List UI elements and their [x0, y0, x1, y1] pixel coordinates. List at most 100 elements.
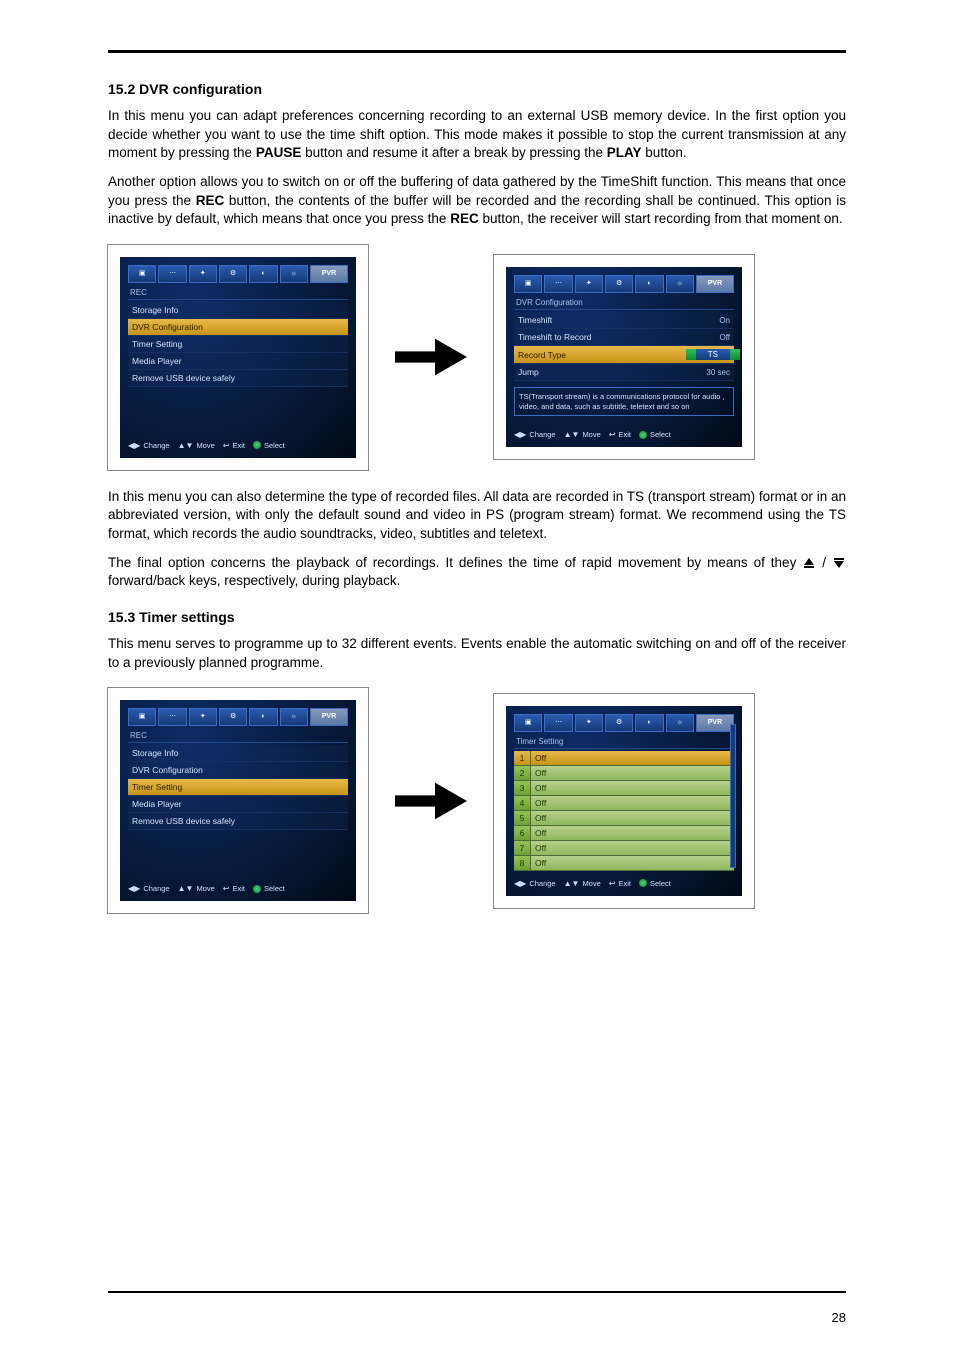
label: Remove USB device safely: [132, 816, 235, 826]
footer-hints: ◀▶Change ▲▼Move ↩Exit Select: [514, 879, 734, 888]
tab-icon[interactable]: ▣: [514, 275, 542, 293]
figure-row-timer-settings: ▣ ⋯ ✦ ⚙ ◐ ☼ PVR REC Storage Info DVR Con…: [108, 688, 846, 913]
row-timeshift-to-record[interactable]: Timeshift to Record Off: [514, 329, 734, 346]
arrows-lr-icon: ◀▶: [128, 884, 140, 893]
label: Media Player: [132, 799, 182, 809]
label: Timeshift: [518, 315, 552, 325]
label: Move: [196, 884, 214, 893]
spacer: [128, 830, 348, 870]
screenshot-rec-menu-timer: ▣ ⋯ ✦ ⚙ ◐ ☼ PVR REC Storage Info DVR Con…: [108, 688, 368, 913]
tab-icon[interactable]: ⋯: [158, 265, 186, 283]
timer-row[interactable]: 3Off: [514, 781, 734, 796]
row-record-type[interactable]: Record Type TS: [514, 346, 734, 364]
timer-row[interactable]: 2Off: [514, 766, 734, 781]
value-chip[interactable]: TS: [696, 349, 730, 360]
label: Move: [196, 441, 214, 450]
tab-pvr[interactable]: PVR: [310, 708, 348, 726]
state: Off: [531, 856, 734, 870]
timer-row[interactable]: 5Off: [514, 811, 734, 826]
label: Exit: [232, 441, 245, 450]
state: Off: [531, 766, 734, 780]
hint-move: ▲▼Move: [564, 430, 601, 439]
arrow-right-icon: [386, 771, 476, 831]
exit-icon: ↩: [609, 430, 616, 439]
row-jump[interactable]: Jump 30 sec: [514, 364, 734, 381]
index: 1: [514, 751, 531, 765]
timer-row[interactable]: 4Off: [514, 796, 734, 811]
menu-item-dvr-configuration[interactable]: DVR Configuration: [128, 762, 348, 779]
timer-list: 1Off 2Off 3Off 4Off 5Off 6Off 7Off 8Off: [514, 751, 734, 871]
timer-row[interactable]: 8Off: [514, 856, 734, 871]
timer-row[interactable]: 7Off: [514, 841, 734, 856]
tab-icon[interactable]: ⚙: [219, 708, 247, 726]
tab-icon[interactable]: ⚙: [605, 714, 633, 732]
label: Change: [529, 430, 555, 439]
state: Off: [531, 781, 734, 795]
state: Off: [531, 751, 734, 765]
menu-item-media-player[interactable]: Media Player: [128, 796, 348, 813]
hint-exit: ↩Exit: [609, 430, 631, 439]
menu-item-remove-usb[interactable]: Remove USB device safely: [128, 813, 348, 830]
arrows-ud-icon: ▲▼: [564, 879, 580, 888]
timer-row[interactable]: 6Off: [514, 826, 734, 841]
tab-icon[interactable]: ◐: [249, 265, 277, 283]
hint-select: Select: [639, 430, 671, 439]
tab-icon[interactable]: ✦: [189, 708, 217, 726]
menu-item-timer-setting[interactable]: Timer Setting: [128, 779, 348, 796]
label: Storage Info: [132, 305, 178, 315]
index: 4: [514, 796, 531, 810]
panel-title: REC: [128, 729, 348, 743]
tab-icon[interactable]: ⚙: [605, 275, 633, 293]
tab-pvr[interactable]: PVR: [696, 714, 734, 732]
menu-item-storage-info[interactable]: Storage Info: [128, 302, 348, 319]
index: 5: [514, 811, 531, 825]
menu-item-timer-setting[interactable]: Timer Setting: [128, 336, 348, 353]
tab-icon[interactable]: ✦: [575, 275, 603, 293]
tab-icon[interactable]: ☼: [280, 265, 308, 283]
paragraph-15-2c: In this menu you can also determine the …: [108, 488, 846, 544]
tab-icon[interactable]: ✦: [575, 714, 603, 732]
tab-bar: ▣ ⋯ ✦ ⚙ ◐ ☼ PVR: [128, 708, 348, 726]
menu-item-remove-usb[interactable]: Remove USB device safely: [128, 370, 348, 387]
tab-icon[interactable]: ◐: [249, 708, 277, 726]
tab-icon[interactable]: ◐: [635, 275, 663, 293]
label: Exit: [232, 884, 245, 893]
label: Storage Info: [132, 748, 178, 758]
menu-list: Storage Info DVR Configuration Timer Set…: [128, 302, 348, 387]
tab-icon[interactable]: ▣: [128, 265, 156, 283]
tab-icon[interactable]: ⋯: [544, 275, 572, 293]
label: Select: [650, 879, 671, 888]
tab-icon[interactable]: ☼: [666, 714, 694, 732]
state: Off: [531, 826, 734, 840]
timer-row[interactable]: 1Off: [514, 751, 734, 766]
menu-item-dvr-configuration[interactable]: DVR Configuration: [128, 319, 348, 336]
row-timeshift[interactable]: Timeshift On: [514, 312, 734, 329]
tab-icon[interactable]: ⋯: [544, 714, 572, 732]
tab-icon[interactable]: ☼: [280, 708, 308, 726]
tab-icon[interactable]: ▣: [128, 708, 156, 726]
screenshot-dvr-configuration: ▣ ⋯ ✦ ⚙ ◐ ☼ PVR DVR Configuration Timesh…: [494, 255, 754, 459]
page-number: 28: [832, 1310, 846, 1325]
tab-pvr[interactable]: PVR: [696, 275, 734, 293]
tab-bar: ▣ ⋯ ✦ ⚙ ◐ ☼ PVR: [128, 265, 348, 283]
arrow-right-icon: [386, 327, 476, 387]
bold-play: PLAY: [607, 145, 642, 160]
value: Off: [719, 333, 730, 342]
state: Off: [531, 841, 734, 855]
label: Record Type: [518, 350, 566, 360]
heading-15-3: 15.3 Timer settings: [108, 609, 846, 625]
tab-icon[interactable]: ⚙: [219, 265, 247, 283]
label: Change: [143, 441, 169, 450]
text: forward/back keys, respectively, during …: [108, 573, 400, 588]
exit-icon: ↩: [609, 879, 616, 888]
menu-item-media-player[interactable]: Media Player: [128, 353, 348, 370]
tab-icon[interactable]: ☼: [666, 275, 694, 293]
menu-item-storage-info[interactable]: Storage Info: [128, 745, 348, 762]
tab-icon[interactable]: ✦: [189, 265, 217, 283]
tab-icon[interactable]: ▣: [514, 714, 542, 732]
tab-icon[interactable]: ◐: [635, 714, 663, 732]
tab-pvr[interactable]: PVR: [310, 265, 348, 283]
description-box: TS(Transport stream) is a communications…: [514, 387, 734, 416]
tab-icon[interactable]: ⋯: [158, 708, 186, 726]
value: 30 sec: [706, 368, 730, 377]
